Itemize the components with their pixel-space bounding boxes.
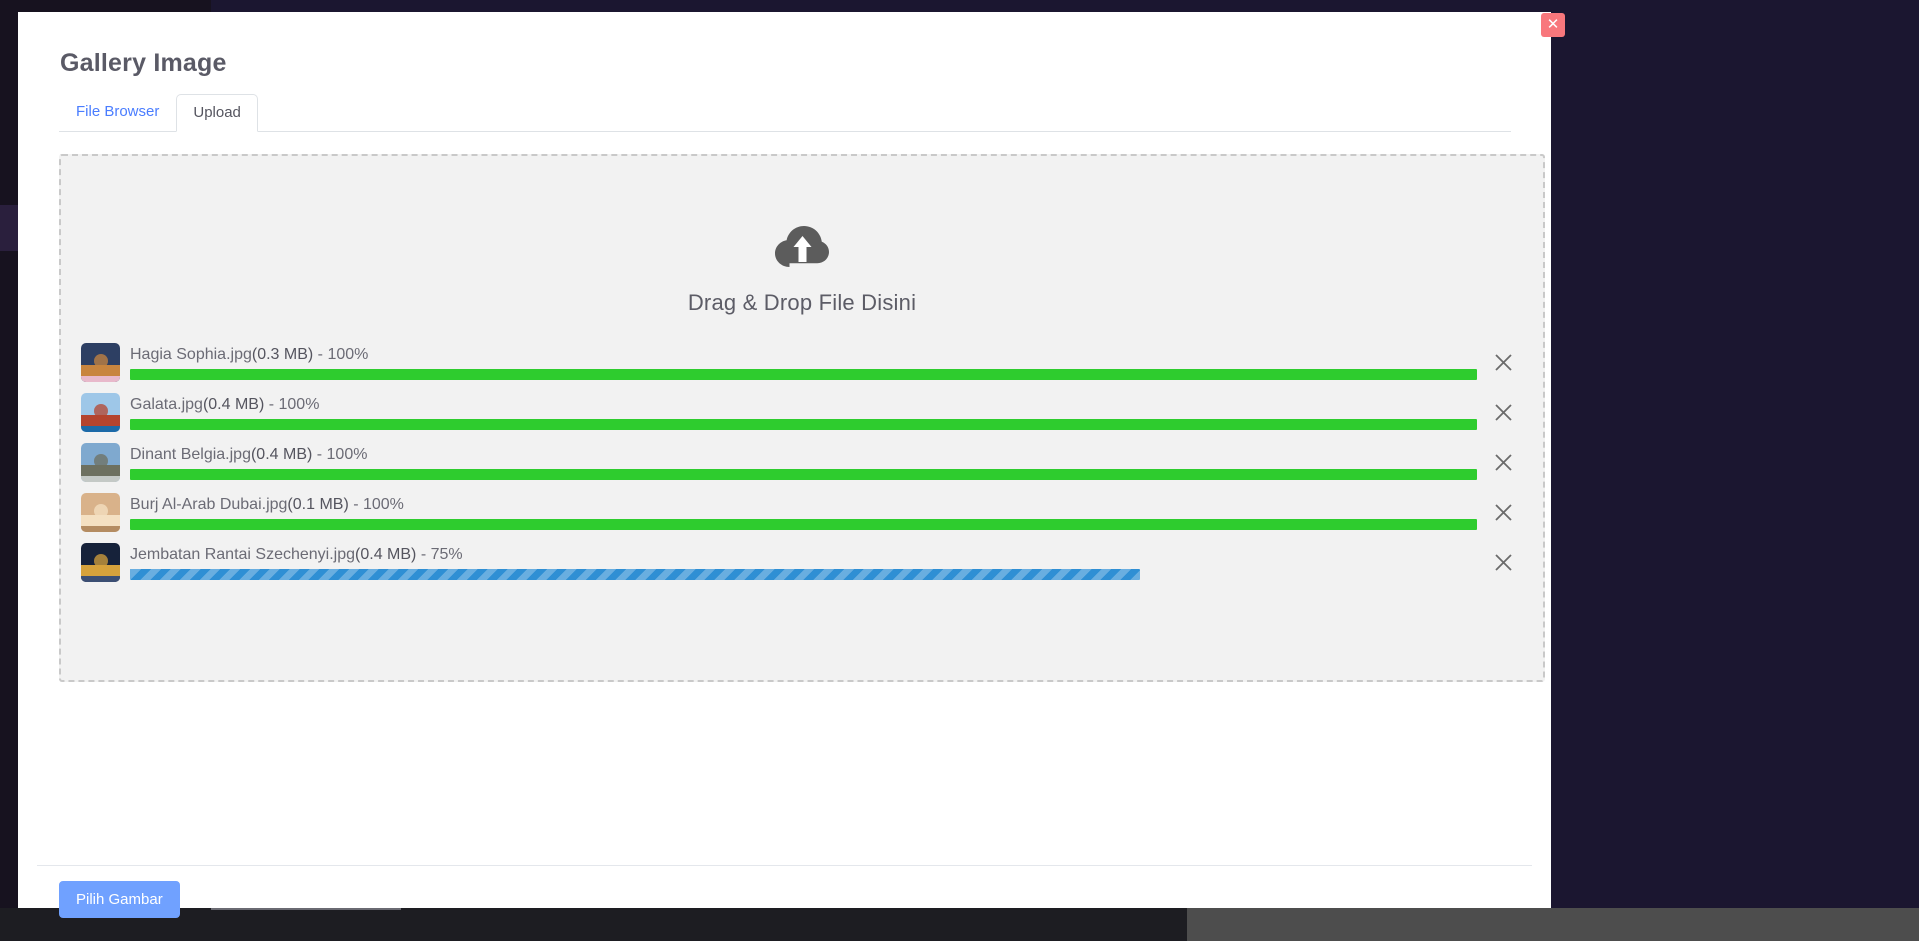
file-thumbnail: [81, 342, 120, 382]
tab-upload[interactable]: Upload: [176, 94, 258, 132]
progress-bar: [130, 518, 1477, 530]
progress-bar-fill: [130, 418, 1477, 430]
file-name: Galata.jpg(0.4 MB) - 100%: [130, 395, 320, 413]
progress-bar: [130, 568, 1477, 580]
progress-bar: [130, 418, 1477, 430]
file-size: (0.4 MB): [355, 545, 417, 563]
cloud-upload-icon: [775, 226, 829, 267]
file-size: (0.1 MB): [287, 495, 349, 513]
progress-bar-fill: [130, 518, 1477, 530]
file-progress-label: - 100%: [313, 345, 369, 363]
file-thumbnail: [81, 492, 120, 532]
tab-bar: File Browser Upload: [59, 93, 1511, 132]
footer-divider: [37, 865, 1532, 866]
file-name: Burj Al-Arab Dubai.jpg(0.1 MB) - 100%: [130, 495, 404, 513]
file-size: (0.4 MB): [250, 445, 313, 463]
background-topbar: [211, 0, 1919, 12]
file-row: Hagia Sophia.jpg(0.3 MB) - 100%: [81, 337, 1523, 387]
file-info: Hagia Sophia.jpg(0.3 MB) - 100%: [130, 345, 1477, 380]
file-row: Jembatan Rantai Szechenyi.jpg(0.4 MB) - …: [81, 537, 1523, 587]
dropzone-hint-text: Drag & Drop File Disini: [687, 290, 917, 315]
dropzone-hint: Drag & Drop File Disini: [61, 226, 1543, 316]
file-row: Galata.jpg(0.4 MB) - 100%: [81, 387, 1523, 437]
close-icon[interactable]: ✕: [1541, 13, 1565, 37]
file-row: Dinant Belgia.jpg(0.4 MB) - 100%: [81, 437, 1523, 487]
dropzone[interactable]: Drag & Drop File Disini Hagia Sophia.jpg…: [59, 154, 1545, 682]
file-name: Hagia Sophia.jpg(0.3 MB) - 100%: [130, 345, 369, 363]
file-info: Dinant Belgia.jpg(0.4 MB) - 100%: [130, 445, 1477, 480]
progress-bar-fill: [130, 568, 1141, 580]
file-size: (0.4 MB): [202, 395, 265, 413]
progress-bar: [130, 468, 1477, 480]
progress-bar-fill: [130, 468, 1477, 480]
file-name: Dinant Belgia.jpg(0.4 MB) - 100%: [130, 445, 368, 463]
file-info: Galata.jpg(0.4 MB) - 100%: [130, 395, 1477, 430]
remove-file-icon[interactable]: [1483, 492, 1523, 532]
remove-file-icon[interactable]: [1483, 442, 1523, 482]
remove-file-icon[interactable]: [1483, 342, 1523, 382]
file-progress-label: - 100%: [312, 445, 368, 463]
remove-file-icon[interactable]: [1483, 542, 1523, 582]
progress-bar: [130, 368, 1477, 380]
file-thumbnail: [81, 392, 120, 432]
file-size: (0.3 MB): [251, 345, 314, 363]
taskbar-window-button[interactable]: [211, 908, 401, 941]
file-thumbnail: [81, 542, 120, 582]
file-info: Burj Al-Arab Dubai.jpg(0.1 MB) - 100%: [130, 495, 1477, 530]
file-row: Burj Al-Arab Dubai.jpg(0.1 MB) - 100%: [81, 487, 1523, 537]
file-name: Jembatan Rantai Szechenyi.jpg(0.4 MB) - …: [130, 545, 463, 563]
taskbar-right-region: [1187, 908, 1919, 941]
uploaded-file-list: Hagia Sophia.jpg(0.3 MB) - 100% Galata.jp…: [81, 337, 1523, 587]
file-progress-label: - 75%: [416, 545, 463, 563]
select-image-button[interactable]: Pilih Gambar: [59, 881, 180, 918]
tab-file-browser[interactable]: File Browser: [59, 93, 176, 131]
progress-bar-fill: [130, 368, 1477, 380]
gallery-image-modal: ✕ Gallery Image File Browser Upload Drag…: [18, 12, 1565, 918]
page-title: Gallery Image: [60, 49, 227, 77]
file-progress-label: - 100%: [348, 495, 404, 513]
file-progress-label: - 100%: [264, 395, 320, 413]
file-info: Jembatan Rantai Szechenyi.jpg(0.4 MB) - …: [130, 545, 1477, 580]
file-thumbnail: [81, 442, 120, 482]
remove-file-icon[interactable]: [1483, 392, 1523, 432]
